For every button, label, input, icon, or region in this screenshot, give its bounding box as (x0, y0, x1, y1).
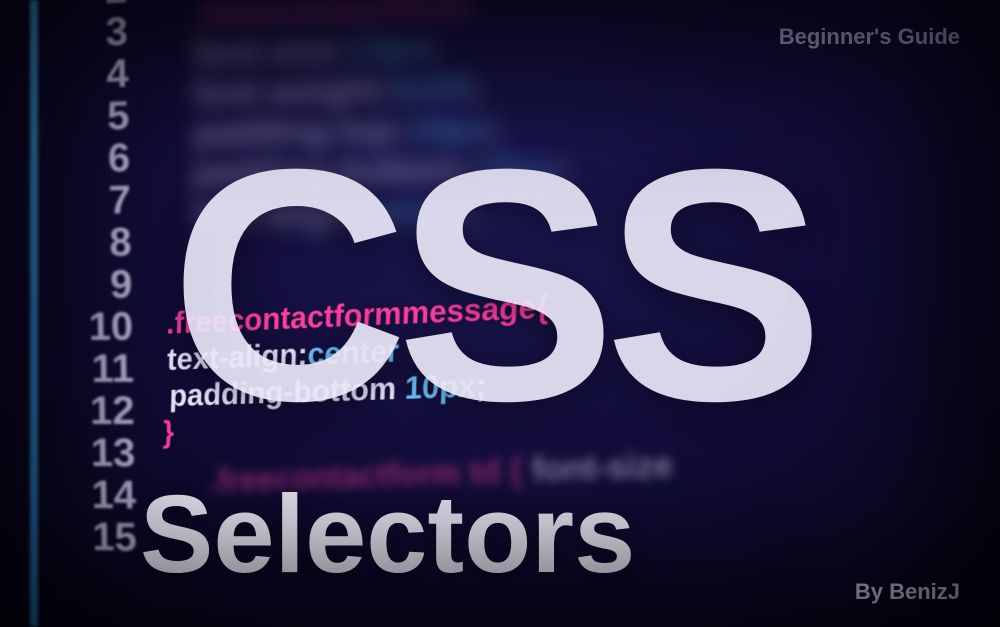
title-sub: Selectors (140, 480, 635, 590)
line-number: 14 (56, 474, 136, 517)
editor-edge-strip (30, 0, 38, 627)
line-number: 6 (50, 137, 130, 181)
line-number: 11 (54, 348, 134, 390)
css-prop: font-size (194, 30, 336, 74)
line-number: 12 (55, 390, 135, 432)
line-number: 13 (55, 432, 135, 474)
label-series: Beginner's Guide (779, 24, 960, 50)
line-number: 5 (50, 95, 130, 140)
title-main: CSS (170, 120, 813, 450)
line-number: 10 (53, 305, 133, 348)
line-number: 4 (49, 52, 129, 97)
line-number: 8 (52, 221, 132, 265)
hero-graphic: 2 3 4 5 6 7 8 9 10 11 12 13 14 15 .freec… (0, 0, 1000, 627)
line-number: 3 (48, 10, 128, 55)
line-number: 9 (52, 263, 132, 306)
css-value: 13px (347, 27, 429, 70)
line-number: 15 (57, 516, 137, 559)
line-number-gutter: 2 3 4 5 6 7 8 9 10 11 12 13 14 15 (47, 0, 137, 559)
line-number: 7 (51, 179, 131, 223)
label-author: By BenizJ (855, 579, 960, 605)
